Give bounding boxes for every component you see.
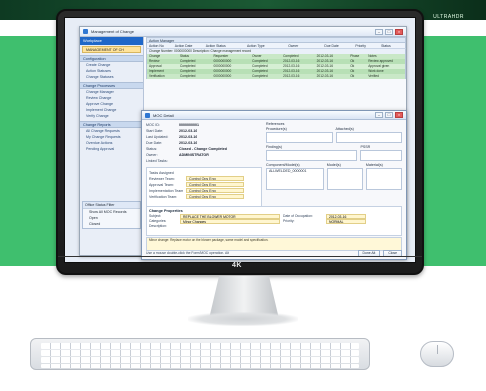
attachments-cell: Attached(s) <box>335 127 402 145</box>
column-header[interactable]: Owner <box>286 43 322 48</box>
keyboard <box>30 338 370 370</box>
findings-row: Finding(s) PSSR <box>266 145 402 163</box>
sidebar-item[interactable]: Change Statuses <box>80 74 143 80</box>
dialog-close-button[interactable]: × <box>395 112 403 118</box>
filter-option-closed[interactable]: Closed <box>83 221 140 227</box>
dialog-controls: – □ × <box>375 112 403 118</box>
attachments-box[interactable] <box>335 132 402 143</box>
moc-detail-dialog: MOC Detail – □ × MOC ID: 0000000001 Start… <box>141 110 407 260</box>
mouse <box>420 341 454 367</box>
column-header[interactable]: Action No <box>147 43 173 48</box>
references-row: Procedure(s) Attached(s) <box>266 127 402 145</box>
maximize-button[interactable]: □ <box>385 28 393 35</box>
field-row: Linked Tasks: <box>146 159 168 163</box>
procedures-box[interactable] <box>266 132 333 143</box>
dialog-maximize-button[interactable]: □ <box>385 112 393 118</box>
brand-label: ULTRAHDR <box>433 14 464 20</box>
column-header[interactable]: Priority <box>353 43 379 48</box>
sidebar-group-reports[interactable]: Change Reports <box>80 121 143 128</box>
bezel-divider <box>58 256 422 257</box>
footer-note: Use a mouse double-click the Form/MOC op… <box>146 251 229 255</box>
minimize-button[interactable]: – <box>375 28 383 35</box>
dialog-minimize-button[interactable]: – <box>375 112 383 118</box>
keyboard-row <box>41 357 359 363</box>
sidebar-item[interactable]: Verify Change <box>80 113 143 119</box>
status-filter-panel: Office Status Filter Show All MOC Record… <box>82 201 141 229</box>
filter-title: Office Status Filter <box>83 202 140 209</box>
window-title: Management of Change <box>91 29 134 34</box>
findings-box[interactable] <box>266 150 358 161</box>
screen: Management of Change – □ × Workplace MAN… <box>64 17 416 263</box>
priority-field[interactable]: NORMAL <box>326 219 366 224</box>
material-cell: Material(s) <box>365 163 402 192</box>
keyboard-row <box>41 364 359 368</box>
component-list[interactable]: ALLWELDED_0000001 <box>266 168 324 190</box>
sidebar-header: Workplace <box>80 37 143 45</box>
column-header[interactable]: Action Type <box>245 43 286 48</box>
category-field[interactable]: Minor Changes <box>180 219 280 224</box>
sidebar-selected-item[interactable]: MANAGEMENT OF CH <box>82 46 141 53</box>
column-header[interactable]: Action Status <box>204 43 245 48</box>
category-row: Categories: Minor Changes Priority: NORM… <box>149 219 399 224</box>
window-titlebar: Management of Change – □ × <box>80 27 406 37</box>
column-header[interactable]: Action Date <box>173 43 204 48</box>
component-item[interactable]: ALLWELDED_0000001 <box>267 169 323 174</box>
material-list[interactable] <box>365 168 402 190</box>
component-cell: Component/Model(s) ALLWELDED_0000001 <box>266 163 324 192</box>
team-row[interactable]: Verification Team: Control Ops Eng <box>149 194 259 200</box>
sidebar-group-configuration[interactable]: Configuration <box>80 55 143 62</box>
pssr-box[interactable] <box>360 150 402 161</box>
monitor: Management of Change – □ × Workplace MAN… <box>56 9 424 275</box>
keyboard-row <box>41 350 359 356</box>
tasks-assigned-panel: Tasks Assigned Reviewer Team: Control Ops… <box>146 167 262 209</box>
window-controls: – □ × <box>375 28 403 35</box>
stand-base <box>188 312 298 326</box>
monitor-stand <box>209 276 279 316</box>
change-properties: Change Properties Subject: REPLACE THE B… <box>146 206 402 236</box>
model-list[interactable] <box>326 168 363 190</box>
sidebar-group-processes[interactable]: Change Processes <box>80 82 143 89</box>
table-row[interactable]: Verification Completed 0000000000 Completed… <box>146 74 406 79</box>
references-panel: References Procedure(s) Attached(s) Find… <box>266 122 402 199</box>
sidebar-item[interactable]: Pending Approval <box>80 146 143 152</box>
dialog-icon <box>145 112 150 118</box>
procedures-cell: Procedure(s) <box>266 127 333 145</box>
findings-cell: Finding(s) <box>266 145 358 163</box>
close-button[interactable]: × <box>395 28 403 35</box>
description-label-row: Description: <box>149 224 167 228</box>
keyboard-row <box>41 343 359 349</box>
model-cell: Model(s) <box>326 163 363 192</box>
column-header[interactable]: Due Date <box>322 43 353 48</box>
app-icon <box>83 29 88 34</box>
component-row: Component/Model(s) ALLWELDED_0000001 Mod… <box>266 163 402 192</box>
monitor-logo: 4K <box>232 262 242 269</box>
sidebar: Workplace MANAGEMENT OF CH Configuration… <box>80 37 144 255</box>
pssr-cell: PSSR <box>360 145 402 163</box>
column-header[interactable]: Status <box>379 43 405 48</box>
dialog-titlebar: MOC Detail – □ × <box>142 111 406 120</box>
dialog-title: MOC Detail <box>153 112 174 118</box>
